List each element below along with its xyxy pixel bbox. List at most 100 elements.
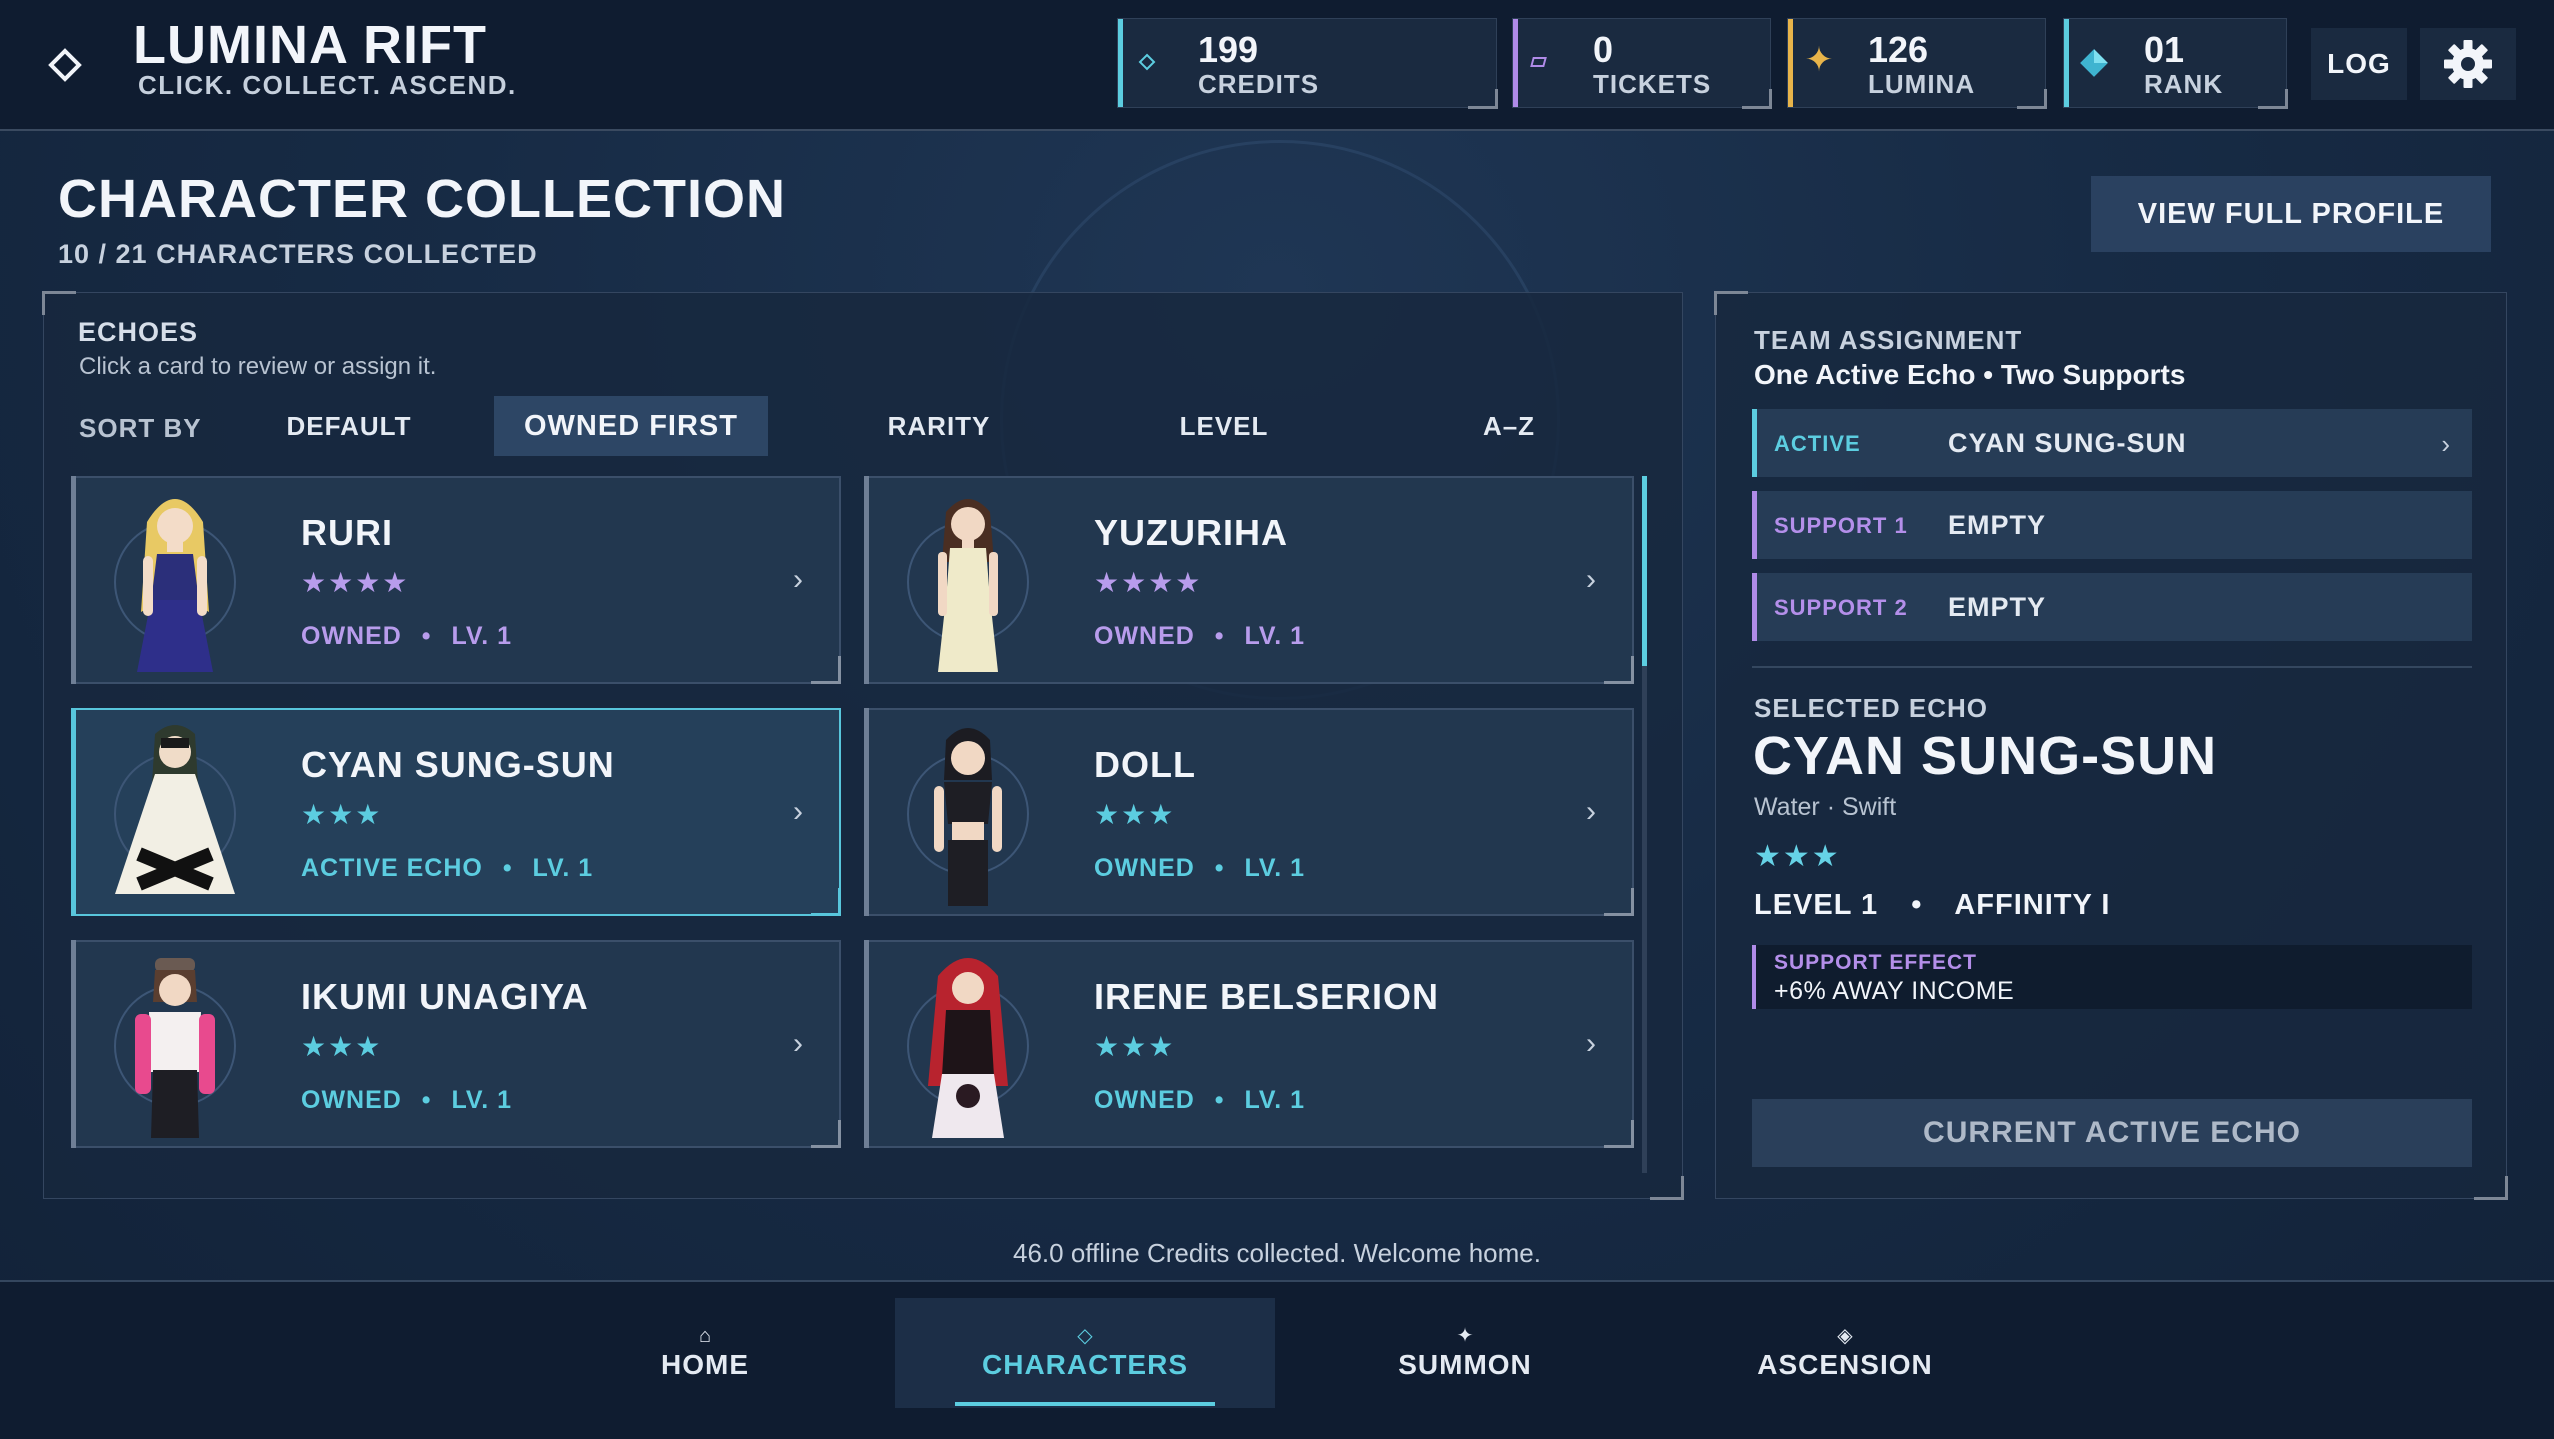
card-level: LV. 1 — [451, 622, 513, 650]
card-status: OWNED • LV. 1 — [1094, 622, 1306, 650]
nav-active-indicator — [955, 1402, 1215, 1406]
slot-label: ACTIVE — [1774, 431, 1861, 456]
stat-value: 0 — [1593, 29, 1614, 70]
team-slot-active[interactable]: ACTIVE CYAN SUNG-SUN › — [1752, 409, 2472, 477]
sort-default[interactable]: DEFAULT — [264, 396, 434, 456]
ikumi-unagiya-portrait — [114, 958, 236, 1138]
home-icon: ⌂ — [698, 1325, 712, 1347]
support-effect-label: SUPPORT EFFECT — [1774, 951, 1978, 974]
nav-characters[interactable]: ◇ CHARACTERS — [895, 1298, 1275, 1408]
sort-level[interactable]: LEVEL — [1139, 396, 1309, 456]
sparkle-icon: ✦ — [1804, 41, 1834, 79]
stat-credits: 199 CREDITS — [1117, 18, 1498, 109]
nav-label: ASCENSION — [1757, 1349, 1933, 1380]
nav-summon[interactable]: ✦ SUMMON — [1275, 1298, 1655, 1408]
chevron-right-icon: › — [793, 1027, 803, 1060]
ascension-icon: ◈ — [1837, 1325, 1853, 1347]
card-level: LV. 1 — [1244, 1086, 1306, 1114]
card-status-text: ACTIVE ECHO — [301, 854, 483, 882]
slot-value: CYAN SUNG-SUN — [1948, 428, 2187, 458]
card-name: YUZURIHA — [1094, 512, 1288, 553]
echoes-title: ECHOES — [78, 317, 199, 347]
divider — [1752, 666, 2472, 668]
collection-count: 10 / 21 CHARACTERS COLLECTED — [58, 239, 538, 269]
chevron-right-icon: › — [1586, 1027, 1596, 1060]
log-button[interactable]: LOG — [2311, 28, 2407, 100]
card-status-text: OWNED — [301, 1086, 402, 1114]
nav-ascension[interactable]: ◈ ASCENSION — [1655, 1298, 2035, 1408]
yuzuriha-portrait — [907, 499, 1029, 672]
character-card-ruri[interactable]: RURI ★★★★ OWNED • LV. 1 › — [71, 476, 841, 684]
nav-label: HOME — [661, 1349, 749, 1380]
card-status: OWNED • LV. 1 — [301, 622, 513, 650]
card-status-text: OWNED — [1094, 1086, 1195, 1114]
card-status-text: OWNED — [1094, 622, 1195, 650]
card-name: IRENE BELSERION — [1094, 976, 1440, 1017]
character-card-ikumi-unagiya[interactable]: IKUMI UNAGIYA ★★★ OWNED • LV. 1 › — [71, 940, 841, 1148]
card-status-text: OWNED — [301, 622, 402, 650]
sort-label: SORT BY — [79, 413, 202, 443]
level-text: LEVEL 1 — [1754, 889, 1879, 921]
character-card-irene-belserion[interactable]: IRENE BELSERION ★★★ OWNED • LV. 1 › — [864, 940, 1634, 1148]
card-name: DOLL — [1094, 744, 1196, 785]
slot-label: SUPPORT 2 — [1774, 595, 1908, 620]
stat-lumina: ✦ 126 LUMINA — [1787, 18, 2047, 109]
card-stars: ★★★★ — [301, 567, 410, 598]
team-slot-support-1[interactable]: SUPPORT 1 EMPTY — [1752, 491, 2472, 559]
card-stars: ★★★ — [1094, 799, 1176, 830]
irene-belserion-portrait — [907, 958, 1029, 1138]
card-stars: ★★★ — [301, 799, 383, 830]
card-status-text: OWNED — [1094, 854, 1195, 882]
diamond-outline-icon — [1138, 53, 1156, 71]
selected-echo-level: LEVEL 1 • AFFINITY I — [1754, 889, 2111, 921]
card-stars: ★★★ — [301, 1031, 383, 1062]
chevron-right-icon: › — [2441, 429, 2450, 459]
support-effect-box: SUPPORT EFFECT +6% AWAY INCOME — [1752, 945, 2472, 1009]
scrollbar-thumb[interactable] — [1642, 476, 1647, 666]
character-card-yuzuriha[interactable]: YUZURIHA ★★★★ OWNED • LV. 1 › — [864, 476, 1634, 684]
top-bar: LUMINA RIFT CLICK. COLLECT. ASCEND. 199 … — [0, 0, 2554, 131]
slot-value: EMPTY — [1948, 510, 2047, 540]
view-full-profile-button[interactable]: VIEW FULL PROFILE — [2091, 176, 2491, 252]
stat-label: LUMINA — [1868, 69, 1976, 99]
stat-label: TICKETS — [1593, 69, 1712, 99]
selected-echo-meta: Water · Swift — [1754, 793, 1897, 821]
settings-button[interactable] — [2420, 28, 2516, 100]
sort-rarity[interactable]: RARITY — [854, 396, 1024, 456]
current-active-echo-button[interactable]: CURRENT ACTIVE ECHO — [1752, 1099, 2472, 1167]
card-level: LV. 1 — [451, 1086, 513, 1114]
stat-rank: 01 RANK — [2063, 18, 2288, 109]
stat-value: 01 — [2144, 29, 2185, 70]
team-slot-support-2[interactable]: SUPPORT 2 EMPTY — [1752, 573, 2472, 641]
cyan-sung-sun-portrait — [114, 725, 236, 894]
characters-icon: ◇ — [1077, 1325, 1093, 1347]
card-level: LV. 1 — [1244, 854, 1306, 882]
bottom-nav: ⌂ HOME ◇ CHARACTERS ✦ SUMMON ◈ ASCENSION — [0, 1280, 2554, 1439]
team-subtitle: One Active Echo • Two Supports — [1754, 359, 2186, 390]
stat-label: RANK — [2144, 69, 2224, 99]
card-name: IKUMI UNAGIYA — [301, 976, 589, 1017]
sort-a-z[interactable]: A–Z — [1424, 396, 1594, 456]
sort-owned-first[interactable]: OWNED FIRST — [494, 396, 768, 456]
doll-portrait — [907, 728, 1029, 906]
selected-echo-label: SELECTED ECHO — [1754, 693, 1989, 723]
stat-label: CREDITS — [1198, 69, 1320, 99]
page-title: CHARACTER COLLECTION — [58, 169, 786, 229]
rank-gem-icon — [2080, 49, 2108, 77]
chevron-right-icon: › — [1586, 563, 1596, 596]
card-name: RURI — [301, 512, 393, 553]
slot-label: SUPPORT 1 — [1774, 513, 1908, 538]
card-status: OWNED • LV. 1 — [301, 1086, 513, 1114]
echoes-hint: Click a card to review or assign it. — [79, 353, 437, 380]
nav-home[interactable]: ⌂ HOME — [515, 1298, 895, 1408]
ticket-icon — [1530, 57, 1547, 67]
status-message: 46.0 offline Credits collected. Welcome … — [1013, 1238, 1541, 1268]
nav-label: CHARACTERS — [982, 1349, 1188, 1380]
selected-echo-name: CYAN SUNG-SUN — [1753, 726, 2218, 786]
character-card-cyan-sung-sun[interactable]: CYAN SUNG-SUN ★★★ ACTIVE ECHO • LV. 1 › — [71, 708, 841, 916]
app-tagline: CLICK. COLLECT. ASCEND. — [138, 70, 517, 100]
character-card-doll[interactable]: DOLL ★★★ OWNED • LV. 1 › — [864, 708, 1634, 916]
support-effect-value: +6% AWAY INCOME — [1774, 977, 2015, 1005]
echoes-panel: ECHOES Click a card to review or assign … — [42, 291, 1684, 1200]
card-status: ACTIVE ECHO • LV. 1 — [301, 854, 594, 882]
